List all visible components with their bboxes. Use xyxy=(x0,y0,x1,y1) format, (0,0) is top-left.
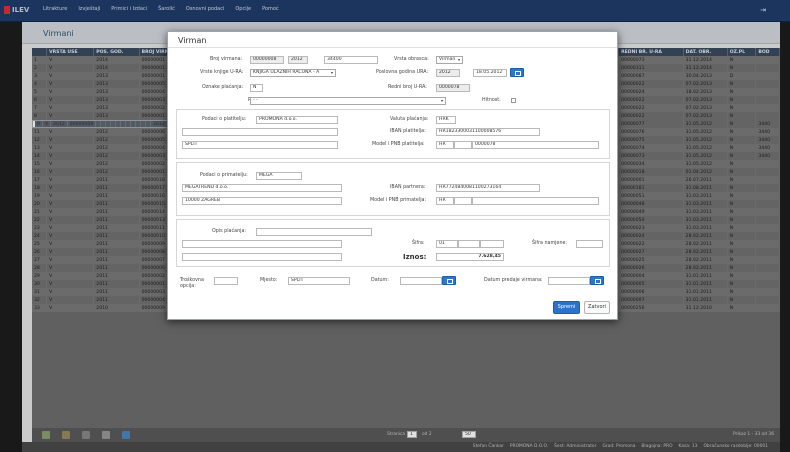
iban-platitelja-label: IBAN platitelja: xyxy=(390,129,426,134)
vrsta-knjige-select[interactable]: KNJIGA ULAZNIH RAČUNA - A ▾ xyxy=(250,69,336,77)
troskovna-opcija-label: Troškovna opcija: xyxy=(180,278,204,289)
mjesto-label: Mjesto: xyxy=(260,278,278,283)
calendar-icon[interactable] xyxy=(590,276,604,285)
calendar-icon[interactable] xyxy=(442,276,456,285)
vrsta-obrasca-label: Vrsta obrasca: xyxy=(394,57,429,62)
platitelj-naziv-field[interactable]: PROMONA d.o.o. xyxy=(256,116,338,124)
primatelj-label: Podaci o primatelju: xyxy=(200,173,248,178)
virman-dialog: Virman Broj virmana: 00000008 2012 34400… xyxy=(167,31,618,320)
partner-select[interactable]: - - ▾ xyxy=(250,97,446,105)
opis-field-2[interactable] xyxy=(182,240,342,248)
iban-platitelja-field[interactable]: HR1823300031100008576 xyxy=(436,128,540,136)
hitnost-checkbox[interactable] xyxy=(511,98,516,103)
sifra-field-2[interactable] xyxy=(458,240,480,248)
primatelj-grad-field[interactable]: 10000 ZAGREB xyxy=(182,197,342,205)
platitelj-adresa-field[interactable] xyxy=(182,128,338,136)
vrsta-obrasca-value: Virman xyxy=(439,57,456,62)
sifra-namjene-label: Šifra namjene: xyxy=(532,241,568,246)
platitelj-label: Podaci o platitelju: xyxy=(202,117,247,122)
zatvori-button[interactable]: Zatvori xyxy=(584,301,610,314)
pnb-platitelja-field[interactable]: 0000078 xyxy=(472,141,599,149)
vrsta-knjige-value: KNJIGA ULAZNIH RAČUNA - A xyxy=(253,70,320,75)
chevron-down-icon: ▾ xyxy=(457,57,460,62)
datum-bottom-field[interactable] xyxy=(400,277,442,285)
model-platitelja-field[interactable]: HR xyxy=(436,141,454,149)
datum-predaje-label: Datum predaje virmana: xyxy=(484,278,543,283)
calendar-icon[interactable] xyxy=(510,68,524,77)
primatelj-naziv-field[interactable]: MEGA xyxy=(256,172,302,180)
sifra-field-1[interactable]: 01 xyxy=(436,240,458,248)
vrsta-obrasca-select[interactable]: Virman ▾ xyxy=(436,56,463,64)
oznaka-placanja-label: Oznake plaćanja: xyxy=(202,85,244,90)
vrsta-knjige-label: Vrste knjige U-RA: xyxy=(200,70,244,75)
mjesto-field[interactable]: SPLIT xyxy=(288,277,350,285)
datum-predaje-field[interactable] xyxy=(548,277,590,285)
iban-partnera-field[interactable]: HR7724840081100273164 xyxy=(436,184,540,192)
redni-broj-field[interactable]: 0000078 xyxy=(436,84,470,92)
iban-partnera-label: IBAN partnera: xyxy=(390,185,426,190)
iznos-label: Iznos: xyxy=(403,253,427,261)
hitnost-label: Hitnost: xyxy=(482,98,501,103)
primatelj-adresa-field[interactable]: MEGATREND d.o.o. xyxy=(182,184,342,192)
valuta-field[interactable]: HRK xyxy=(436,116,456,124)
oznaka-placanja-field[interactable]: N xyxy=(250,84,263,92)
chevron-down-icon: ▾ xyxy=(440,98,443,103)
chevron-down-icon: ▾ xyxy=(330,70,333,75)
model-primatelja-b-field[interactable] xyxy=(454,197,472,205)
iznos-field[interactable]: 7.628,45 xyxy=(436,253,504,261)
spremi-button[interactable]: Spremi xyxy=(553,301,580,314)
dialog-title: Virman xyxy=(178,36,207,45)
broj-extra-field[interactable]: 34400 xyxy=(324,56,378,64)
platitelj-grad-field[interactable]: SPLIT xyxy=(182,141,338,149)
opis-placanja-label: Opis plaćanja: xyxy=(212,229,246,234)
dialog-header: Virman xyxy=(168,32,617,48)
opis-field-3[interactable] xyxy=(182,253,342,261)
model-primatelja-label: Model i PNB primatelja: xyxy=(370,198,427,203)
valuta-label: Valuta plaćanja: xyxy=(390,117,429,122)
broj-virmana-label: Broj virmana: xyxy=(210,57,243,62)
model-platitelja-b-field[interactable] xyxy=(454,141,472,149)
redni-broj-label: Redni broj U-RA: xyxy=(388,85,427,90)
pnb-primatelja-field[interactable] xyxy=(472,197,599,205)
model-platitelja-label: Model i PNB platitelja: xyxy=(372,142,425,147)
partner-value: - - xyxy=(253,98,258,103)
broj-virmana-field[interactable]: 00000008 xyxy=(250,56,284,64)
datum-label: Datum: xyxy=(371,278,389,283)
opis-field-1[interactable] xyxy=(256,228,372,236)
sifra-namjene-field[interactable] xyxy=(576,240,603,248)
sifra-field-3[interactable] xyxy=(480,240,504,248)
model-primatelja-field[interactable]: HR xyxy=(436,197,454,205)
datum-field[interactable]: 18.05.2012 xyxy=(473,69,507,77)
sifra-label: Šifra: xyxy=(412,241,425,246)
poslovna-godina-field[interactable]: 2012 xyxy=(436,69,460,77)
troskovna-opcija-field[interactable] xyxy=(214,277,238,285)
godina-field[interactable]: 2012 xyxy=(288,56,308,64)
poslovna-godina-label: Poslovna godina URA: xyxy=(376,70,429,75)
